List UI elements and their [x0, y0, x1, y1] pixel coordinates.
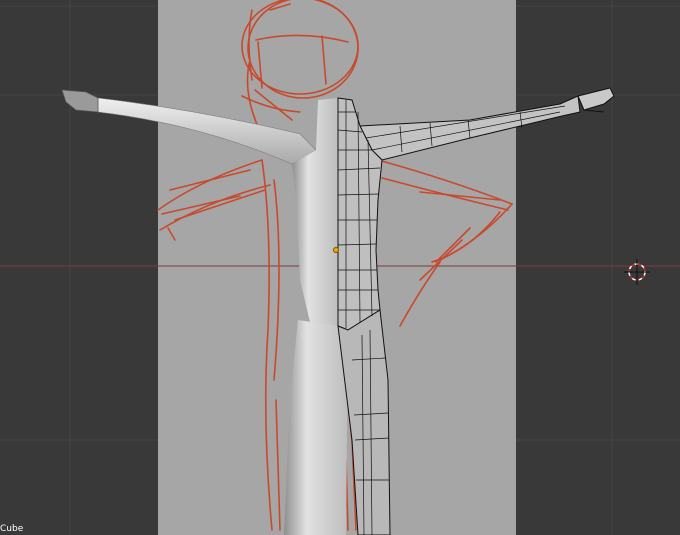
3d-cursor-icon[interactable] — [624, 259, 650, 285]
left-hand-mesh — [61, 89, 99, 113]
object-origin-dot[interactable] — [332, 246, 339, 253]
active-object-name: Cube — [0, 524, 24, 534]
viewport-canvas[interactable] — [0, 0, 680, 535]
3d-viewport[interactable]: Cube — [0, 0, 680, 535]
